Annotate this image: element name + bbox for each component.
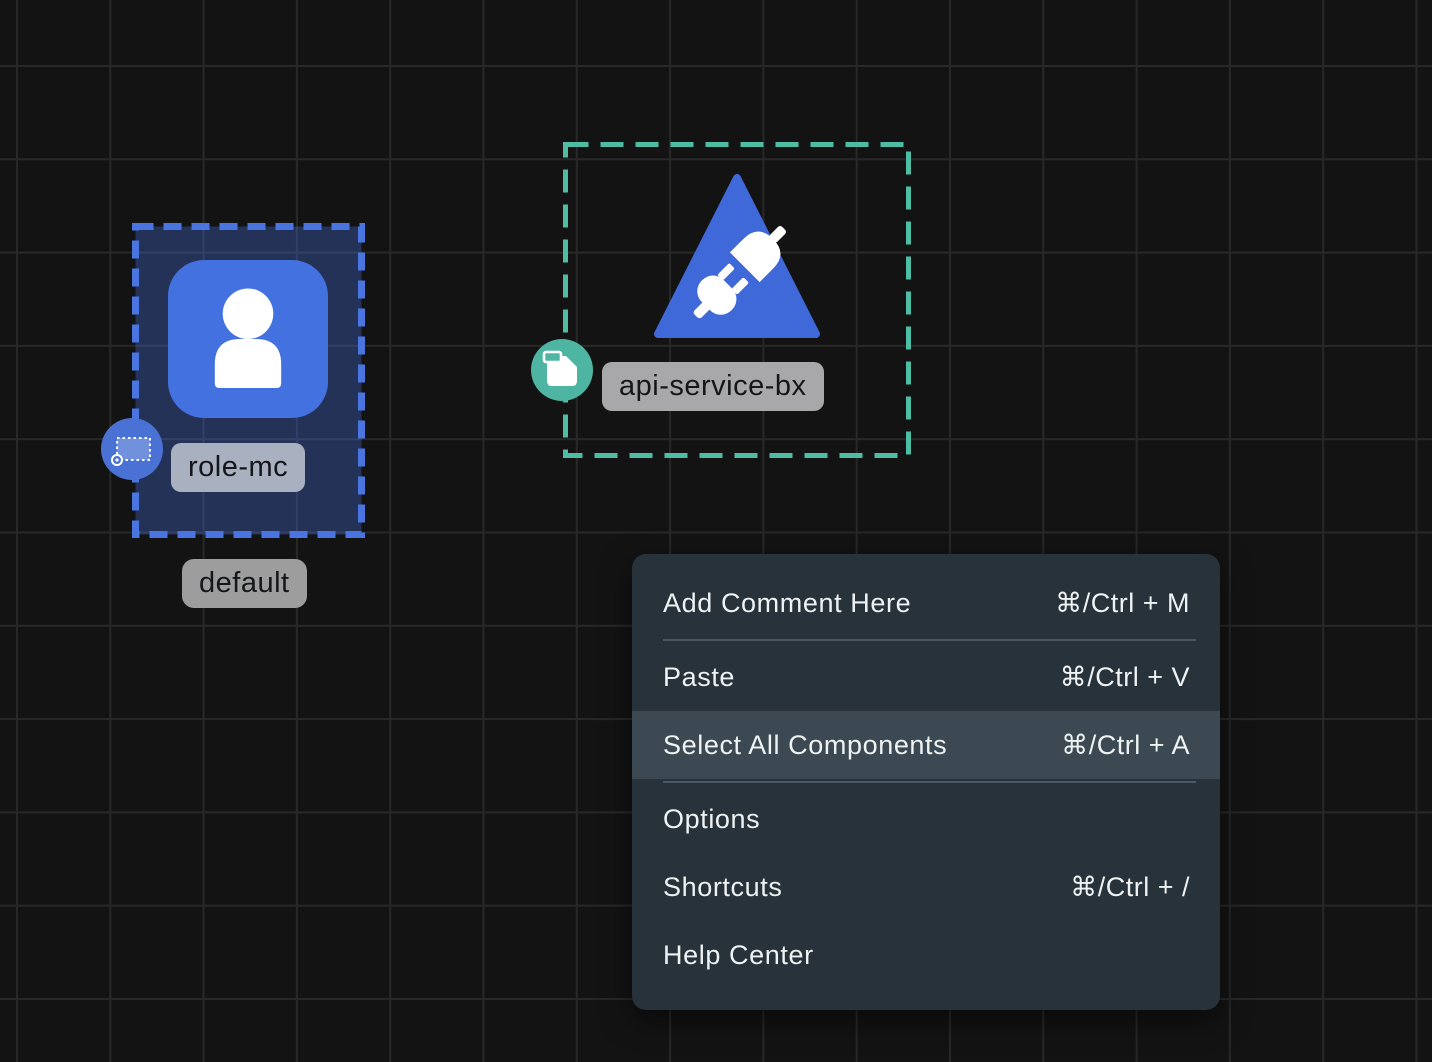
role-default-tag[interactable]: default — [182, 559, 307, 608]
user-icon — [168, 260, 328, 418]
api-service-badge[interactable] — [531, 339, 593, 401]
save-icon — [531, 339, 593, 401]
menu-item-shortcut: ⌘/Ctrl + A — [1061, 730, 1190, 761]
role-icon-tile[interactable] — [168, 260, 328, 418]
menu-item-add-comment[interactable]: Add Comment Here ⌘/Ctrl + M — [632, 569, 1220, 637]
menu-item-label: Help Center — [663, 940, 814, 971]
menu-item-label: Paste — [663, 662, 735, 693]
menu-item-help-center[interactable]: Help Center — [632, 921, 1220, 989]
api-triangle-tile[interactable] — [652, 172, 822, 340]
menu-item-shortcuts[interactable]: Shortcuts ⌘/Ctrl + / — [632, 853, 1220, 921]
menu-item-label: Select All Components — [663, 730, 947, 761]
role-label[interactable]: role-mc — [171, 443, 305, 492]
menu-item-shortcut: ⌘/Ctrl + V — [1060, 662, 1190, 693]
menu-item-paste[interactable]: Paste ⌘/Ctrl + V — [632, 643, 1220, 711]
menu-item-shortcut: ⌘/Ctrl + M — [1055, 588, 1190, 619]
menu-item-label: Options — [663, 804, 760, 835]
menu-divider — [663, 781, 1196, 783]
menu-item-options[interactable]: Options — [632, 785, 1220, 853]
context-menu: Add Comment Here ⌘/Ctrl + M Paste ⌘/Ctrl… — [632, 554, 1220, 1010]
selection-marquee-icon — [101, 418, 163, 480]
api-service-label[interactable]: api-service-bx — [602, 362, 824, 411]
menu-divider — [663, 639, 1196, 641]
menu-item-select-all-components[interactable]: Select All Components ⌘/Ctrl + A — [632, 711, 1220, 779]
canvas[interactable]: role-mc default — [0, 0, 1432, 1062]
menu-item-label: Add Comment Here — [663, 588, 911, 619]
role-badge[interactable] — [101, 418, 163, 480]
menu-item-label: Shortcuts — [663, 872, 782, 903]
menu-item-shortcut: ⌘/Ctrl + / — [1070, 872, 1190, 903]
